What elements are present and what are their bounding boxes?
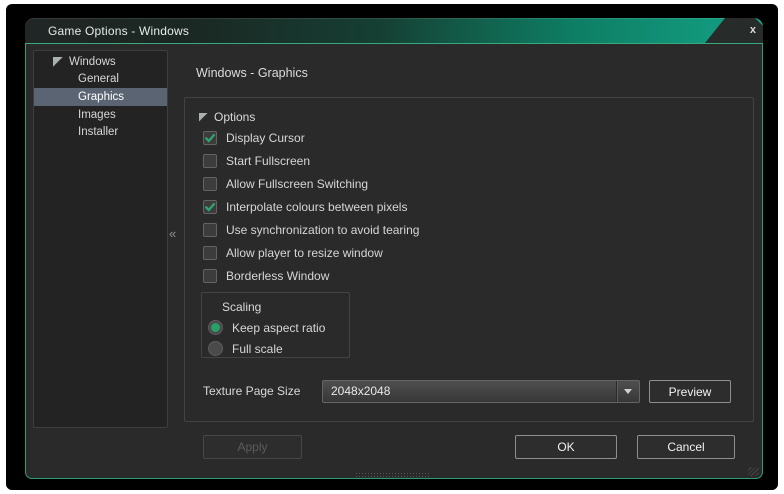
- checkbox-unchecked[interactable]: [203, 176, 217, 191]
- check-icon: [205, 133, 216, 142]
- checkbox-label: Display Cursor: [226, 130, 305, 145]
- texture-page-size-label: Texture Page Size: [203, 384, 301, 398]
- radio-dot: [211, 344, 220, 353]
- checkbox-label: Interpolate colours between pixels: [226, 199, 408, 214]
- close-tab: x: [705, 18, 763, 43]
- scaling-radio-list: Keep aspect ratio Full scale: [202, 317, 349, 359]
- radio-row-keep-aspect-ratio[interactable]: Keep aspect ratio: [202, 317, 349, 338]
- checkbox-row-start-fullscreen[interactable]: Start Fullscreen: [203, 149, 743, 172]
- tree-item-label: Images: [78, 108, 116, 121]
- tree-expander-icon[interactable]: [53, 56, 63, 67]
- apply-button[interactable]: Apply: [203, 435, 302, 459]
- radio-dot: [211, 323, 220, 332]
- tree-item-images[interactable]: Images: [34, 106, 167, 124]
- tree-item-label: Graphics: [78, 90, 125, 103]
- checkbox-label: Use synchronization to avoid tearing: [226, 222, 420, 237]
- ok-button[interactable]: OK: [515, 435, 617, 459]
- category-tree-panel: Windows General Graphics Images Installer: [33, 50, 168, 428]
- checkbox-unchecked[interactable]: [203, 153, 217, 168]
- checkbox-row-display-cursor[interactable]: Display Cursor: [203, 126, 743, 149]
- close-button[interactable]: x: [750, 18, 756, 43]
- dropdown-arrow-button[interactable]: [616, 381, 639, 402]
- check-icon: [205, 202, 216, 211]
- texture-page-size-row: Texture Page Size 2048x2048 Preview: [185, 380, 753, 403]
- cancel-button[interactable]: Cancel: [637, 435, 735, 459]
- drag-handle-dots[interactable]: [355, 472, 431, 477]
- sidebar-collapse-handle[interactable]: «: [169, 227, 181, 240]
- tree-item-label: Windows: [69, 55, 116, 68]
- checkbox-row-use-synchronization-to-avoid-tearing[interactable]: Use synchronization to avoid tearing: [203, 218, 743, 241]
- tree-item-graphics[interactable]: Graphics: [34, 88, 167, 106]
- scaling-group-label: Scaling: [222, 300, 262, 314]
- checkbox-label: Allow player to resize window: [226, 245, 383, 260]
- tree-item-label: Installer: [78, 126, 119, 139]
- scaling-groupbox: Scaling Keep aspect ratio Full scale: [201, 292, 350, 358]
- tree-item-general[interactable]: General: [34, 71, 167, 89]
- radio-unselected[interactable]: [208, 341, 223, 356]
- checkbox-row-interpolate-colours-between-pixels[interactable]: Interpolate colours between pixels: [203, 195, 743, 218]
- dropdown-selected-value: 2048x2048: [331, 384, 391, 398]
- radio-label: Full scale: [232, 341, 283, 356]
- options-group-header[interactable]: Options: [199, 110, 255, 124]
- checkbox-label: Allow Fullscreen Switching: [226, 176, 369, 191]
- dialog-titlebar[interactable]: Game Options - Windows x: [25, 18, 763, 43]
- checkbox-unchecked[interactable]: [203, 268, 217, 283]
- checkbox-checked[interactable]: [203, 130, 217, 145]
- checkbox-row-allow-fullscreen-switching[interactable]: Allow Fullscreen Switching: [203, 172, 743, 195]
- radio-row-full-scale[interactable]: Full scale: [202, 338, 349, 359]
- checkbox-row-borderless-window[interactable]: Borderless Window: [203, 264, 743, 287]
- checkbox-unchecked[interactable]: [203, 245, 217, 260]
- options-group-label: Options: [214, 110, 256, 124]
- radio-label: Keep aspect ratio: [232, 320, 326, 335]
- chevron-down-icon: [624, 389, 632, 394]
- radio-selected[interactable]: [208, 320, 223, 335]
- checkbox-row-allow-player-to-resize-window[interactable]: Allow player to resize window: [203, 241, 743, 264]
- texture-page-size-dropdown[interactable]: 2048x2048: [322, 380, 640, 403]
- checkbox-checked[interactable]: [203, 199, 217, 214]
- checkbox-label: Borderless Window: [226, 268, 330, 283]
- game-options-dialog: Game Options - Windows x Windows General…: [25, 18, 763, 479]
- group-expander-icon[interactable]: [199, 112, 208, 122]
- dialog-body: Windows General Graphics Images Installer «…: [25, 43, 763, 479]
- tree-item-installer[interactable]: Installer: [34, 123, 167, 141]
- checkbox-label: Start Fullscreen: [226, 153, 311, 168]
- options-groupbox: Options Display Cursor Start Fullscreen Al…: [184, 97, 754, 422]
- tree-children: General Graphics Images Installer: [34, 71, 167, 141]
- options-checkbox-list: Display Cursor Start Fullscreen Allow Full…: [203, 126, 743, 287]
- tree-item-windows[interactable]: Windows: [34, 53, 167, 71]
- page-title: Windows - Graphics: [196, 66, 308, 80]
- desktop-background: Game Options - Windows x Windows General…: [6, 4, 778, 490]
- resize-grip[interactable]: [748, 467, 759, 476]
- checkbox-unchecked[interactable]: [203, 222, 217, 237]
- dialog-title: Game Options - Windows: [48, 24, 190, 38]
- tree-item-label: General: [78, 73, 119, 86]
- category-tree: Windows General Graphics Images Installer: [34, 51, 167, 141]
- preview-button[interactable]: Preview: [649, 380, 731, 403]
